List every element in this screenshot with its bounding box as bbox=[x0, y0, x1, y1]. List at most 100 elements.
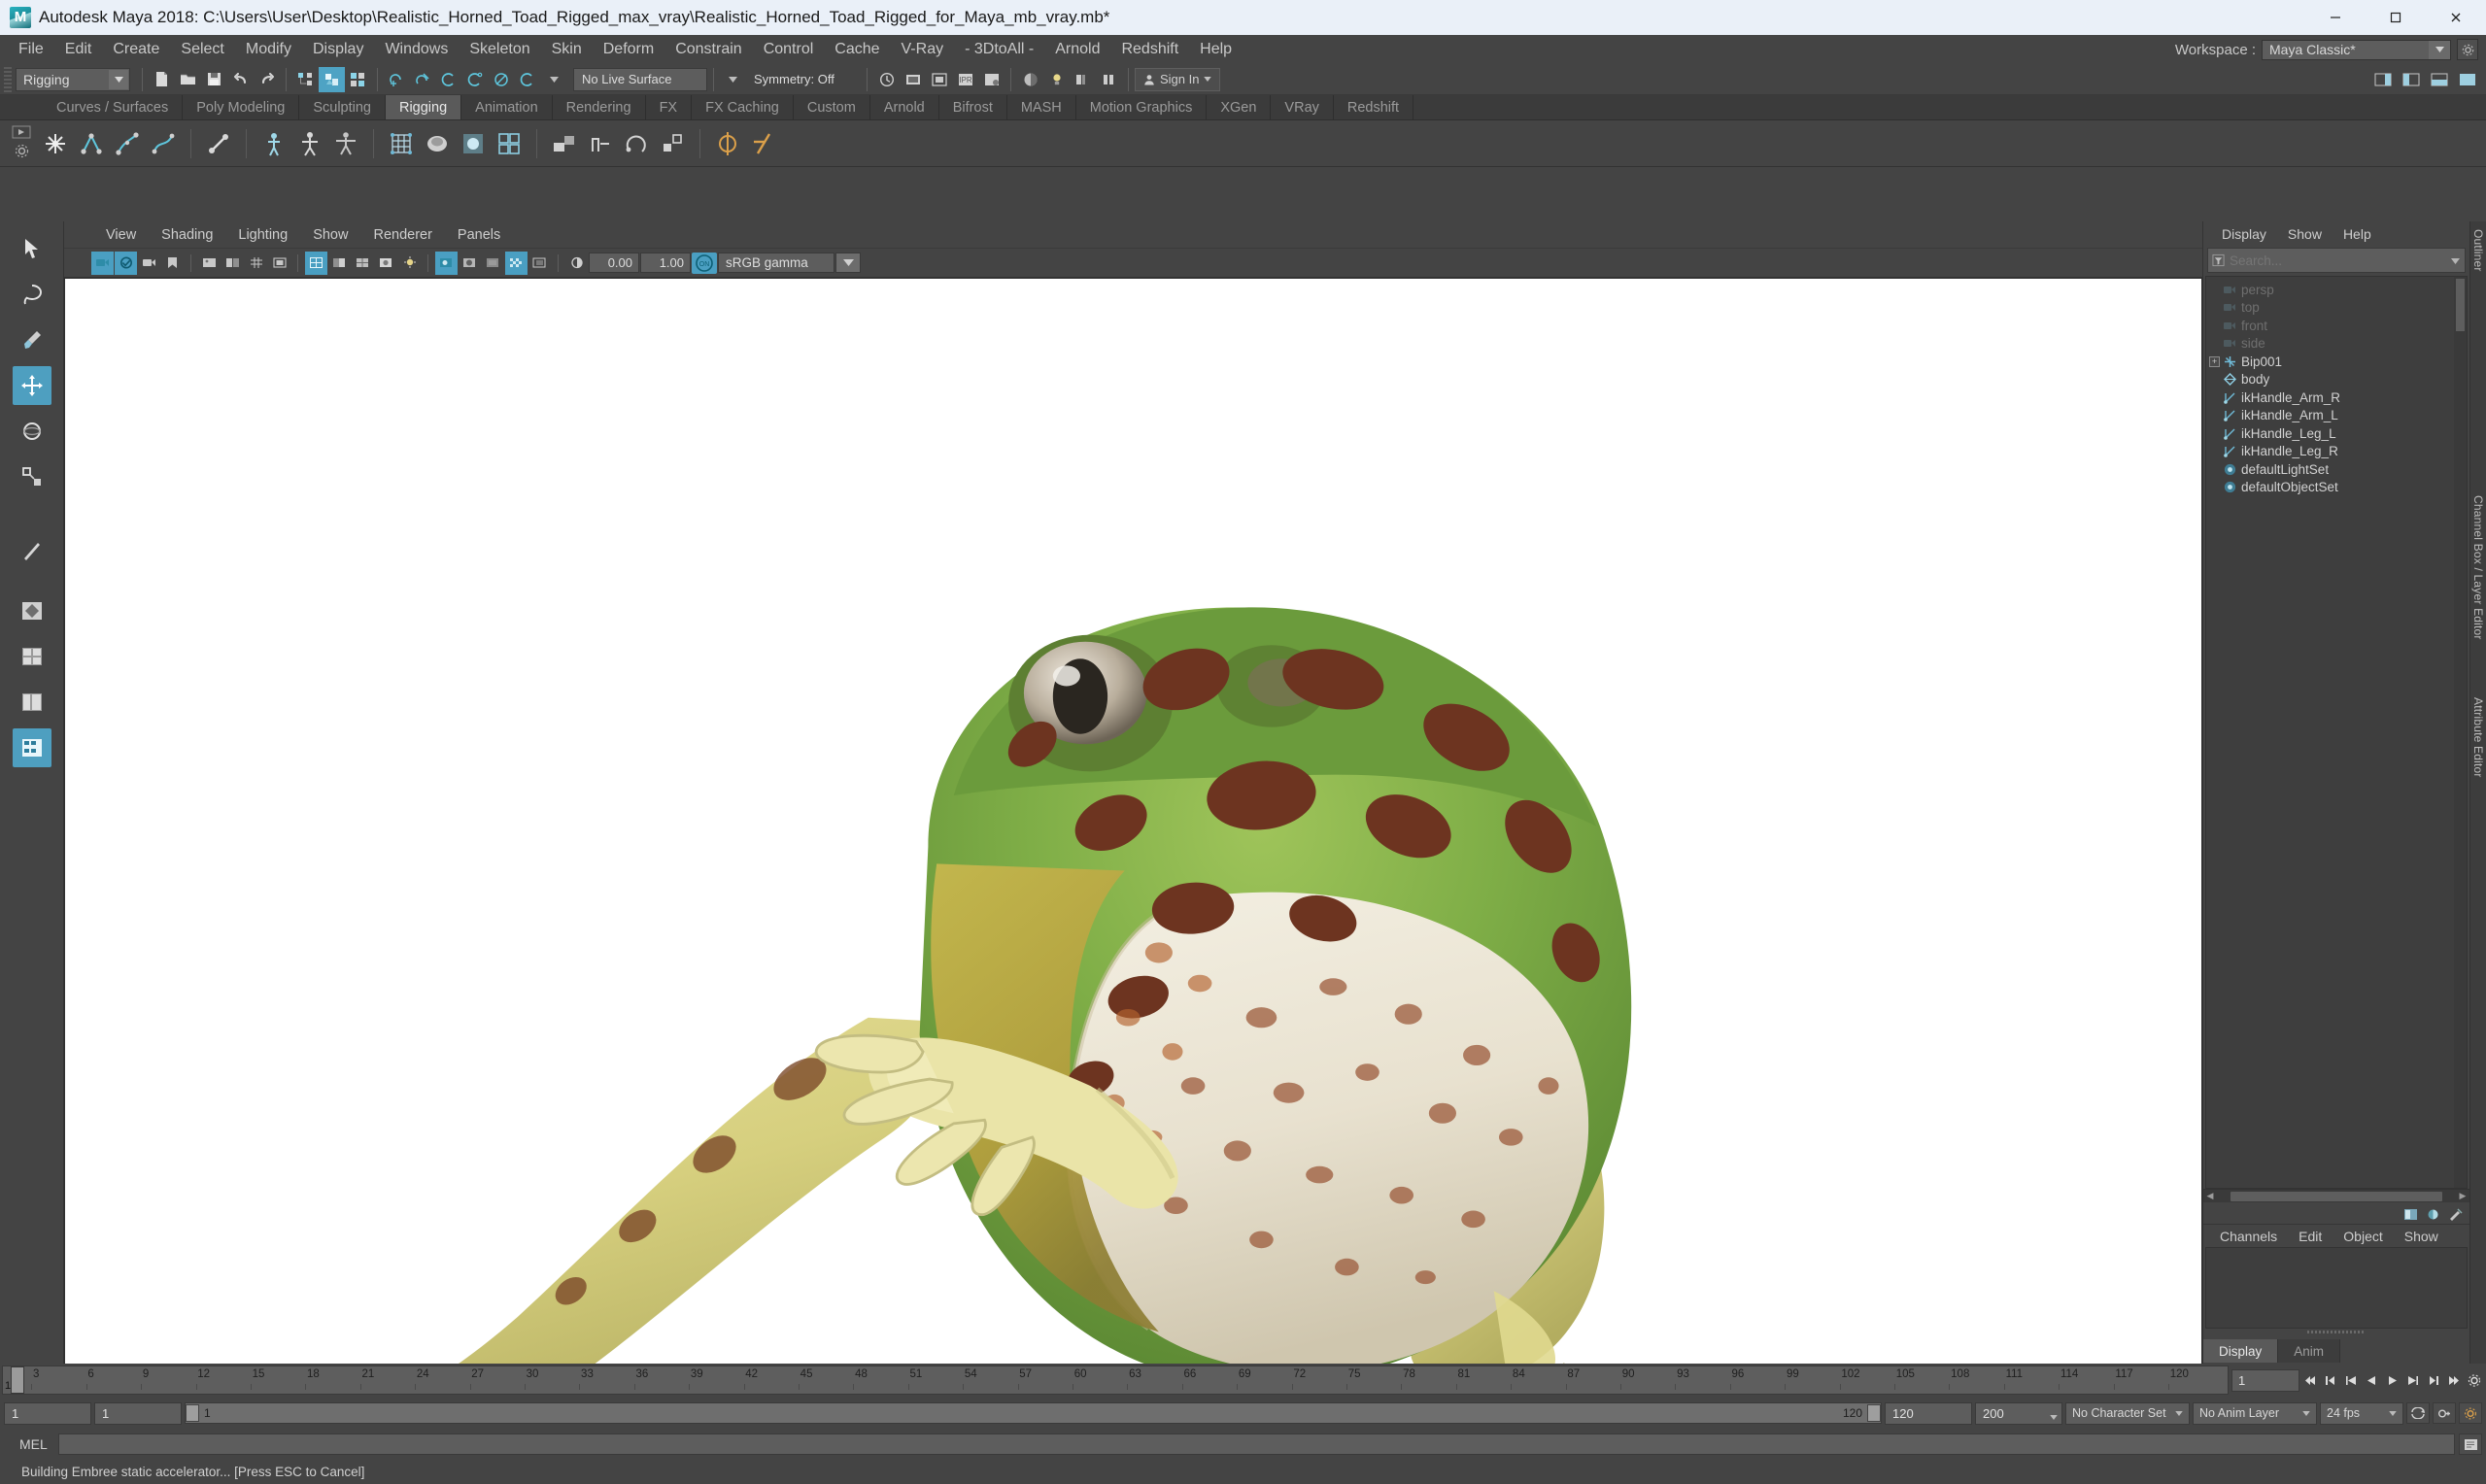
channel-box-icon[interactable] bbox=[2401, 1206, 2419, 1222]
channel-menu-object[interactable]: Object bbox=[2333, 1227, 2393, 1246]
sidebar-toggle-3-icon[interactable] bbox=[2426, 67, 2452, 92]
character-set-select[interactable]: No Character Set bbox=[2065, 1401, 2190, 1425]
paint-select-tool-icon[interactable] bbox=[13, 320, 51, 359]
go-to-end-icon[interactable] bbox=[2444, 1369, 2463, 1391]
history-icon[interactable] bbox=[873, 67, 900, 92]
outliner-search-input[interactable] bbox=[2230, 253, 2465, 268]
last-tool-icon[interactable] bbox=[13, 531, 51, 570]
outliner-item-ikhandle-arm-r[interactable]: ikHandle_Arm_R bbox=[2206, 388, 2467, 407]
lock-camera-icon[interactable] bbox=[115, 251, 137, 275]
expand-icon[interactable]: + bbox=[2209, 355, 2220, 367]
shelf-tab-rigging[interactable]: Rigging bbox=[385, 95, 462, 119]
menu-skeleton[interactable]: Skeleton bbox=[459, 38, 540, 61]
chevron-down-icon[interactable] bbox=[2297, 1403, 2316, 1424]
tab-channelbox-layer-editor-vertical[interactable]: Channel Box / Layer Editor bbox=[2471, 495, 2485, 640]
symmetry-field[interactable]: Symmetry: Off bbox=[746, 68, 861, 91]
playback-start-field[interactable]: 1 bbox=[94, 1401, 182, 1425]
menu-modify[interactable]: Modify bbox=[235, 38, 302, 61]
make-live-icon[interactable] bbox=[515, 67, 541, 92]
save-scene-icon[interactable] bbox=[201, 67, 227, 92]
color-management-toggle[interactable]: ON bbox=[692, 252, 717, 274]
viewport-menu-show[interactable]: Show bbox=[300, 225, 360, 245]
animation-preferences-gear-icon[interactable] bbox=[2459, 1402, 2482, 1424]
snap-point-icon[interactable] bbox=[436, 67, 462, 92]
grid-toggle-icon[interactable] bbox=[245, 252, 267, 275]
two-pane-layout-icon[interactable] bbox=[13, 637, 51, 676]
menu-3dtoall[interactable]: - 3DtoAll - bbox=[954, 38, 1044, 61]
shelf-tab-motion-graphics[interactable]: Motion Graphics bbox=[1076, 95, 1208, 119]
range-start-handle[interactable] bbox=[186, 1404, 199, 1422]
outliner-layout-icon[interactable] bbox=[13, 683, 51, 722]
move-tool-icon[interactable] bbox=[12, 366, 51, 405]
tab-display-layers[interactable]: Display bbox=[2203, 1339, 2279, 1363]
step-forward-frame-icon[interactable] bbox=[2403, 1369, 2422, 1391]
outliner-item-defaultobjectset[interactable]: defaultObjectSet bbox=[2206, 479, 2467, 497]
outliner-item-ikhandle-arm-l[interactable]: ikHandle_Arm_L bbox=[2206, 407, 2467, 425]
viewport-menu-view[interactable]: View bbox=[93, 225, 149, 245]
shelf-tab-rendering[interactable]: Rendering bbox=[553, 95, 646, 119]
shelf-create-joint-icon[interactable] bbox=[39, 127, 72, 160]
shelf-tab-arnold[interactable]: Arnold bbox=[870, 95, 939, 119]
open-scene-icon[interactable] bbox=[175, 67, 201, 92]
channel-box-panel[interactable] bbox=[2205, 1247, 2468, 1329]
twopane-icon[interactable] bbox=[221, 252, 244, 275]
outliner-item-ikhandle-leg-l[interactable]: ikHandle_Leg_L bbox=[2206, 424, 2467, 443]
outliner-item-top[interactable]: top bbox=[2206, 299, 2467, 318]
exposure-gamma-icon[interactable] bbox=[565, 252, 588, 275]
shelf-pole-vector-icon[interactable] bbox=[747, 127, 780, 160]
snap-projected-icon[interactable] bbox=[462, 67, 489, 92]
shelf-tab-vray[interactable]: VRay bbox=[1271, 95, 1334, 119]
shelf-aim-constraint-icon[interactable] bbox=[711, 127, 744, 160]
minimize-button[interactable] bbox=[2305, 0, 2366, 35]
rotate-tool-icon[interactable] bbox=[13, 412, 51, 451]
scrollbar-thumb[interactable] bbox=[2231, 1191, 2442, 1201]
attribute-editor-icon[interactable] bbox=[2424, 1206, 2441, 1222]
outliner-menu-help[interactable]: Help bbox=[2333, 224, 2382, 244]
camera-attributes-icon[interactable] bbox=[138, 252, 160, 275]
outliner-item-bip001[interactable]: + Bip001 bbox=[2206, 353, 2467, 371]
menu-select[interactable]: Select bbox=[170, 38, 234, 61]
menu-constrain[interactable]: Constrain bbox=[664, 38, 752, 61]
textured-mode-icon[interactable] bbox=[375, 252, 397, 275]
shelf-soft-mod-icon[interactable] bbox=[457, 127, 490, 160]
menu-edit[interactable]: Edit bbox=[54, 38, 103, 61]
shelf-quick-rig-icon[interactable] bbox=[257, 127, 290, 160]
channel-menu-channels[interactable]: Channels bbox=[2209, 1227, 2288, 1246]
shelf-scale-constraint-icon[interactable] bbox=[656, 127, 689, 160]
sidebar-toggle-4-icon[interactable] bbox=[2454, 67, 2480, 92]
menu-display[interactable]: Display bbox=[302, 38, 374, 61]
chevron-down-icon[interactable] bbox=[2429, 40, 2450, 59]
chevron-down-icon-symmetry[interactable] bbox=[720, 67, 746, 92]
viewport-menu-shading[interactable]: Shading bbox=[149, 225, 225, 245]
single-view-layout-icon[interactable] bbox=[13, 591, 51, 630]
anim-end-field[interactable]: 200 bbox=[1975, 1401, 2062, 1425]
chevron-down-icon[interactable] bbox=[2383, 1403, 2402, 1424]
outliner-item-defaultlightset[interactable]: defaultLightSet bbox=[2206, 460, 2467, 479]
menu-vray[interactable]: V-Ray bbox=[891, 38, 955, 61]
undo-icon[interactable] bbox=[227, 67, 254, 92]
step-back-frame-icon[interactable] bbox=[2342, 1369, 2361, 1391]
chevron-down-icon[interactable] bbox=[109, 69, 128, 89]
time-slider[interactable]: 1 3 6 9 12 15 18 21 24 27 30 33 36 39 42 45 48 51 54 57 60 6… bbox=[2, 1366, 2229, 1395]
maximize-button[interactable] bbox=[2366, 0, 2426, 35]
channel-menu-show[interactable]: Show bbox=[2394, 1227, 2449, 1246]
menu-arnold[interactable]: Arnold bbox=[1044, 38, 1110, 61]
snap-curve-icon[interactable] bbox=[410, 67, 436, 92]
select-component-icon[interactable] bbox=[345, 67, 371, 92]
play-backwards-icon[interactable] bbox=[2363, 1369, 2381, 1391]
shelf-tab-poly-modeling[interactable]: Poly Modeling bbox=[183, 95, 300, 119]
anim-layer-select[interactable]: No Anim Layer bbox=[2193, 1401, 2317, 1425]
outliner-item-persp[interactable]: persp bbox=[2206, 281, 2467, 299]
shelf-tab-animation[interactable]: Animation bbox=[461, 95, 553, 119]
scrollbar-thumb[interactable] bbox=[2456, 279, 2465, 331]
chevron-down-icon[interactable] bbox=[541, 67, 567, 92]
redo-icon[interactable] bbox=[254, 67, 280, 92]
new-scene-icon[interactable] bbox=[149, 67, 175, 92]
lasso-tool-icon[interactable] bbox=[13, 275, 51, 314]
range-slider[interactable]: 1 120 bbox=[185, 1402, 1882, 1424]
sidebar-toggle-1-icon[interactable] bbox=[2369, 67, 2396, 92]
menu-windows[interactable]: Windows bbox=[374, 38, 459, 61]
live-surface-field[interactable]: No Live Surface bbox=[573, 67, 707, 91]
outliner-item-front[interactable]: front bbox=[2206, 317, 2467, 335]
shelf-ik-spring-icon[interactable] bbox=[147, 127, 180, 160]
